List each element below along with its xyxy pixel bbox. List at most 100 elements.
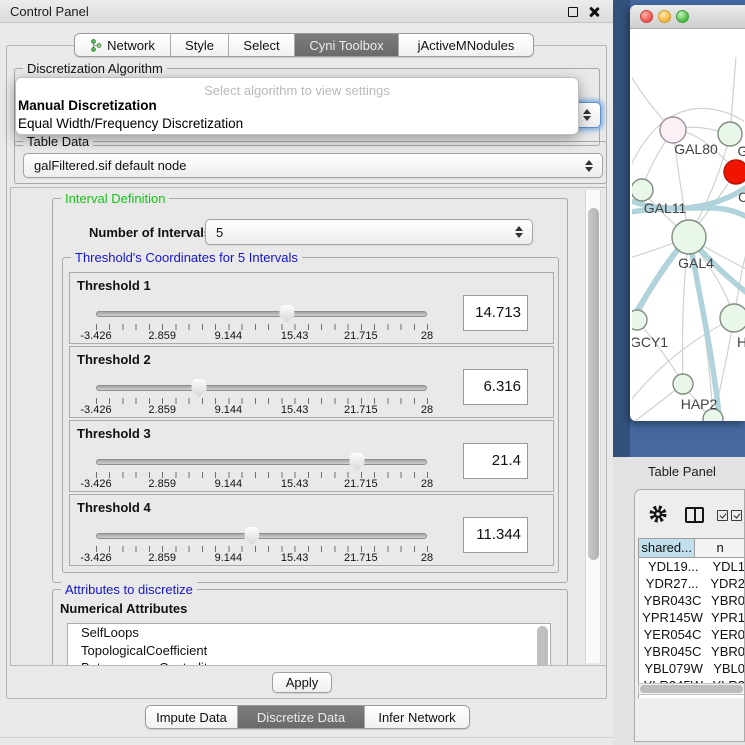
node-gal80[interactable] bbox=[660, 117, 686, 143]
cell: YDR27... bbox=[639, 575, 705, 592]
list-scrollbar[interactable] bbox=[537, 626, 548, 666]
number-of-intervals-label: Number of Intervals bbox=[89, 225, 211, 240]
table-row[interactable]: YDR27...YDR2 bbox=[639, 575, 745, 592]
tab-label: Style bbox=[185, 38, 214, 53]
column-header-name[interactable]: n bbox=[695, 539, 745, 557]
table-row[interactable]: YER054CYER0 bbox=[639, 626, 745, 643]
group-title: Table Data bbox=[23, 134, 93, 149]
node-gal4[interactable] bbox=[672, 220, 706, 254]
zoom-traffic-light[interactable] bbox=[676, 10, 689, 23]
minimize-traffic-light[interactable] bbox=[658, 10, 671, 23]
slider-tick-labels: -3.426 2.859 9.144 15.43 21.715 28 bbox=[96, 478, 427, 491]
table-row[interactable]: YBL079WYBL0 bbox=[639, 660, 745, 677]
table-horizontal-scrollbar[interactable] bbox=[638, 683, 745, 695]
tab-label: Discretize Data bbox=[257, 710, 345, 725]
numerical-attributes-label: Numerical Attributes bbox=[60, 601, 187, 616]
group-title: Interval Definition bbox=[61, 191, 169, 206]
settings-scrollbar-thumb[interactable] bbox=[588, 208, 599, 560]
node-gal11[interactable] bbox=[632, 179, 653, 201]
node-label: GAL80 bbox=[674, 141, 718, 157]
list-scrollbar-thumb[interactable] bbox=[537, 626, 548, 666]
network-icon bbox=[90, 39, 102, 52]
cell: YBL0 bbox=[708, 660, 745, 677]
cyni-toolbox-panel: Discretization Algorithm Select algorith… bbox=[6, 45, 607, 699]
network-graph bbox=[632, 29, 745, 421]
node-gcy1[interactable] bbox=[632, 310, 647, 330]
tick-label: 21.715 bbox=[344, 552, 378, 564]
checkbox-icon[interactable] bbox=[717, 510, 728, 521]
table-data-combobox[interactable]: galFiltered.sif default node bbox=[23, 153, 603, 178]
tick-label: 28 bbox=[421, 552, 433, 564]
tick-label: -3.426 bbox=[80, 404, 111, 416]
slider-thumb[interactable] bbox=[349, 453, 364, 471]
screen: Control Panel Network Style Select bbox=[0, 0, 745, 745]
column-header-shared-name[interactable]: shared... bbox=[639, 539, 695, 557]
tab-select[interactable]: Select bbox=[229, 34, 295, 56]
threshold-2-value-field[interactable]: 6.316 bbox=[463, 369, 528, 405]
split-columns-icon[interactable] bbox=[685, 507, 704, 523]
checkbox-icon[interactable] bbox=[731, 510, 742, 521]
control-panel-titlebar: Control Panel bbox=[0, 0, 613, 23]
dropdown-option-manual[interactable]: Manual Discretization bbox=[16, 97, 578, 115]
thresholds-group: Threshold's Coordinates for 5 Intervals … bbox=[62, 257, 559, 573]
table-scrollbar-thumb[interactable] bbox=[640, 685, 743, 693]
dropdown-option-equal-width[interactable]: Equal Width/Frequency Discretization bbox=[16, 115, 578, 133]
tab-label: Cyni Toolbox bbox=[309, 38, 383, 53]
tab-impute-data[interactable]: Impute Data bbox=[146, 706, 238, 728]
network-canvas[interactable]: GAL80 GAL11 GAL4 GCY1 HAP2 G C H bbox=[632, 29, 745, 421]
threshold-2-slider[interactable] bbox=[96, 385, 427, 391]
table-row[interactable]: YBR043CYBR0 bbox=[639, 592, 745, 609]
threshold-1-value-field[interactable]: 14.713 bbox=[463, 295, 528, 331]
window-shadow-strip bbox=[613, 0, 630, 457]
tab-cyni-toolbox[interactable]: Cyni Toolbox bbox=[295, 34, 399, 56]
interval-definition-group: Interval Definition Number of Intervals … bbox=[52, 198, 568, 583]
tick-label: 9.144 bbox=[215, 478, 243, 490]
cell: YBR043C bbox=[639, 592, 706, 609]
apply-button[interactable]: Apply bbox=[272, 672, 332, 693]
threshold-4-slider[interactable] bbox=[96, 533, 427, 539]
slider-thumb[interactable] bbox=[244, 527, 259, 545]
close-icon[interactable] bbox=[588, 6, 600, 18]
node-hap2[interactable] bbox=[673, 374, 693, 394]
number-of-intervals-combobox[interactable]: 5 bbox=[205, 219, 533, 245]
tab-network[interactable]: Network bbox=[75, 34, 171, 56]
algorithm-dropdown-popup: Select algorithm to view settings Manual… bbox=[15, 77, 579, 135]
node[interactable] bbox=[720, 304, 745, 332]
threshold-1-slider[interactable] bbox=[96, 311, 427, 317]
tab-discretize-data[interactable]: Discretize Data bbox=[238, 706, 365, 728]
threshold-4-value-field[interactable]: 11.344 bbox=[463, 517, 528, 553]
slider-thumb[interactable] bbox=[279, 305, 294, 323]
tick-label: 2.859 bbox=[148, 404, 176, 416]
tab-label: jActiveMNodules bbox=[418, 38, 515, 53]
tick-label: 21.715 bbox=[344, 478, 378, 490]
cell: YER054C bbox=[639, 626, 706, 643]
node-label: H bbox=[737, 334, 745, 350]
table-row[interactable]: YDL19...YDL1 bbox=[639, 558, 745, 575]
threshold-3-box: Threshold 3 -3.426 2.859 9.144 15.43 21.… bbox=[69, 420, 554, 492]
node-selected-red[interactable] bbox=[724, 160, 745, 184]
cell: YDR2 bbox=[705, 575, 745, 592]
tick-label: 28 bbox=[421, 478, 433, 490]
list-item[interactable]: BetweennessCentrality bbox=[68, 659, 550, 666]
table-row[interactable]: YPR145WYPR1 bbox=[639, 609, 745, 626]
tick-label: 9.144 bbox=[215, 404, 243, 416]
tab-style[interactable]: Style bbox=[171, 34, 229, 56]
threshold-4-box: Threshold 4 -3.426 2.859 9.144 15.43 21.… bbox=[69, 494, 554, 566]
float-window-icon[interactable] bbox=[568, 7, 578, 17]
table-header-row: shared... n bbox=[639, 539, 745, 558]
list-item[interactable]: SelfLoops bbox=[68, 624, 550, 642]
tab-jactivemnodules[interactable]: jActiveMNodules bbox=[399, 34, 533, 56]
close-traffic-light[interactable] bbox=[640, 10, 653, 23]
node-label: G bbox=[738, 143, 745, 159]
threshold-3-slider[interactable] bbox=[96, 459, 427, 465]
list-item[interactable]: TopologicalCoefficient bbox=[68, 642, 550, 660]
settings-scrollbar[interactable] bbox=[585, 190, 601, 663]
threshold-3-value-field[interactable]: 21.4 bbox=[463, 443, 528, 479]
gear-icon[interactable] bbox=[649, 505, 667, 523]
dropdown-hint: Select algorithm to view settings bbox=[16, 78, 578, 97]
table-row[interactable]: YBR045CYBR0 bbox=[639, 643, 745, 660]
tab-label: Impute Data bbox=[156, 710, 227, 725]
slider-thumb[interactable] bbox=[191, 379, 206, 397]
group-title: Discretization Algorithm bbox=[23, 61, 167, 76]
tab-infer-network[interactable]: Infer Network bbox=[365, 706, 469, 728]
